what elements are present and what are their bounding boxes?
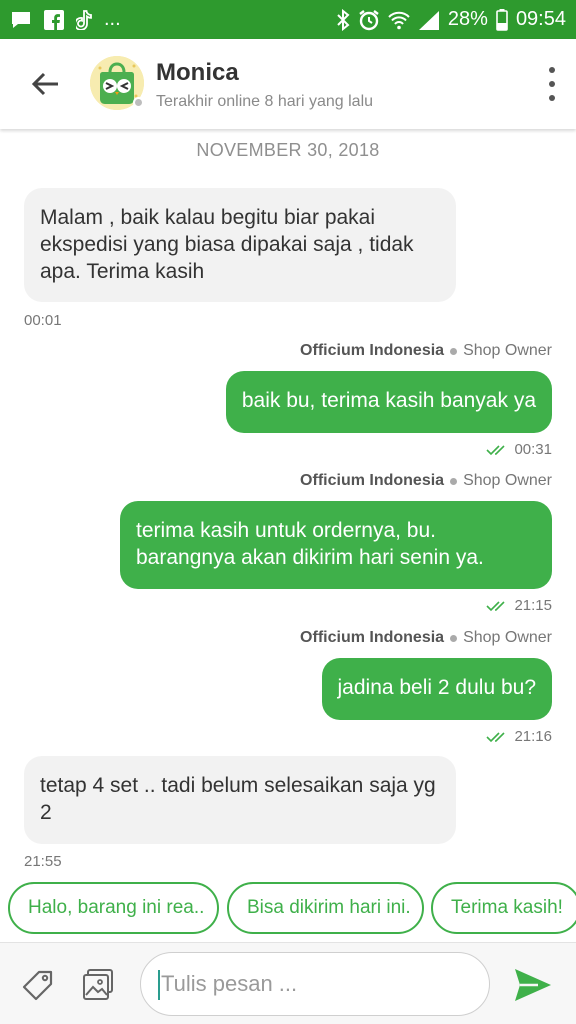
message-bubble-incoming[interactable]: Malam , baik kalau begitu biar pakai eks…: [24, 188, 456, 302]
message-time: 21:15: [514, 597, 552, 614]
message-bubble-outgoing[interactable]: jadina beli 2 dulu bu?: [321, 658, 552, 720]
double-check-icon: [486, 444, 506, 455]
message-bubble-incoming[interactable]: tetap 4 set .. tadi belum selesaikan saj…: [24, 756, 456, 844]
separator-dot: [450, 477, 458, 485]
message-sender: Officium Indonesia Shop Owner: [300, 472, 552, 490]
text-cursor: [158, 970, 160, 1000]
quick-reply-chip[interactable]: Halo, barang ini rea..: [8, 882, 219, 934]
sender-name: Officium Indonesia: [300, 472, 445, 489]
message-composer: [0, 942, 576, 1024]
message-meta: 21:15: [486, 597, 552, 614]
bluetooth-icon: [336, 8, 350, 31]
tag-icon: [22, 970, 53, 1001]
message-bubble-outgoing[interactable]: terima kasih untuk ordernya, bu. barangn…: [120, 501, 552, 589]
sender-role: Shop Owner: [463, 629, 552, 646]
message-time: 21:16: [514, 728, 552, 745]
sender-role: Shop Owner: [463, 342, 552, 359]
battery-icon: [496, 8, 508, 31]
image-icon: [83, 969, 113, 1000]
attach-image-button[interactable]: [80, 967, 116, 1003]
wifi-icon: [388, 10, 410, 30]
date-separator: NOVEMBER 30, 2018: [196, 140, 380, 160]
double-check-icon: [486, 600, 506, 611]
facebook-icon: [44, 9, 64, 30]
status-bar: ... 28% 09:54: [0, 0, 576, 39]
alarm-icon: [358, 9, 380, 31]
chat-header: Monica Terakhir online 8 hari yang lalu: [0, 39, 576, 129]
message-meta: 00:31: [486, 441, 552, 458]
battery-percentage: 28%: [447, 8, 488, 30]
sender-name: Officium Indonesia: [300, 342, 445, 359]
quick-reply-chip[interactable]: Terima kasih!: [431, 882, 576, 934]
quick-reply-chip[interactable]: Bisa dikirim hari ini.: [227, 882, 424, 934]
sender-name: Officium Indonesia: [300, 629, 445, 646]
more-notifications: ...: [104, 8, 121, 30]
more-menu-button[interactable]: [542, 67, 562, 101]
more-vert-icon: [549, 67, 555, 73]
message-time: 00:31: [514, 441, 552, 458]
chat-icon: [10, 10, 32, 30]
quick-replies: Halo, barang ini rea.. Bisa dikirim hari…: [8, 882, 576, 934]
contact-name: Monica: [156, 59, 239, 86]
double-check-icon: [486, 731, 506, 742]
message-meta: 21:16: [486, 728, 552, 745]
sender-role: Shop Owner: [463, 472, 552, 489]
tag-button[interactable]: [20, 968, 56, 1004]
clock: 09:54: [515, 8, 566, 30]
message-sender: Officium Indonesia Shop Owner: [300, 629, 552, 647]
message-bubble-outgoing[interactable]: baik bu, terima kasih banyak ya: [225, 371, 552, 433]
send-button[interactable]: [512, 965, 554, 1005]
message-time: 00:01: [24, 312, 62, 329]
separator-dot: [450, 347, 458, 355]
message-time: 21:55: [24, 853, 62, 870]
separator-dot: [450, 634, 458, 642]
online-status-dot: [133, 97, 144, 108]
back-button[interactable]: [28, 69, 62, 99]
arrow-back-icon: [31, 72, 58, 96]
message-sender: Officium Indonesia Shop Owner: [300, 342, 552, 360]
contact-last-seen: Terakhir online 8 hari yang lalu: [156, 93, 374, 110]
message-input[interactable]: [140, 952, 490, 1016]
tiktok-icon: [76, 9, 92, 30]
signal-icon: [418, 10, 440, 30]
send-icon: [515, 969, 551, 1001]
